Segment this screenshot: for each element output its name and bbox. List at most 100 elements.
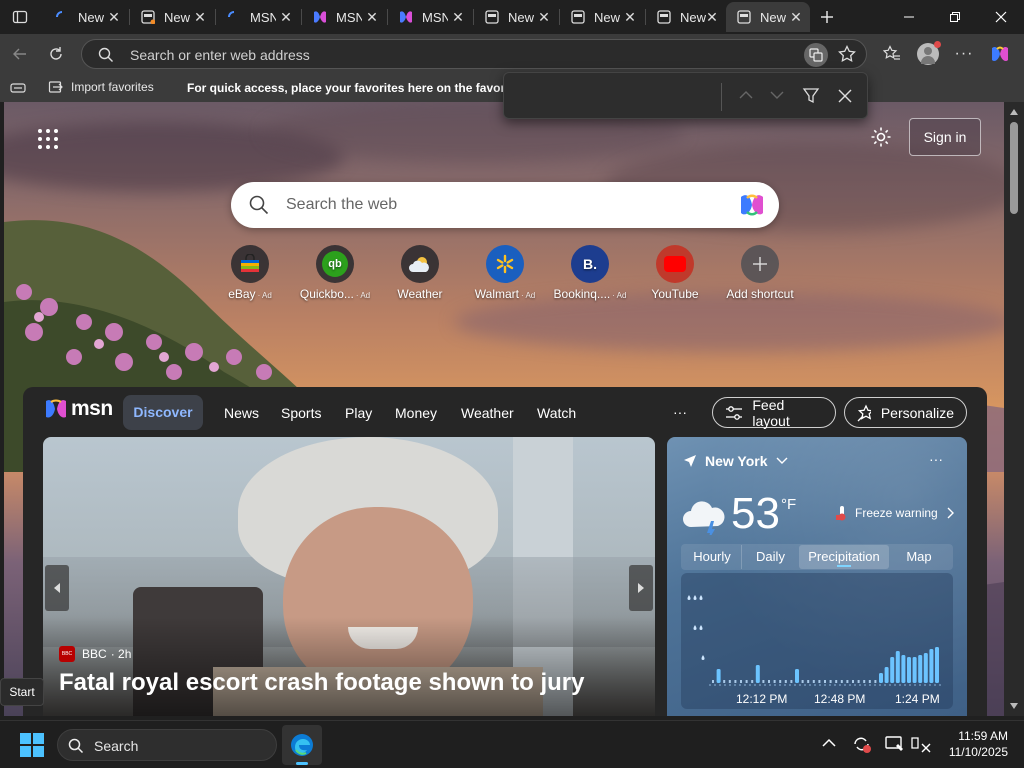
browser-tab[interactable]: New ✕	[560, 2, 644, 32]
carousel-prev-button[interactable]	[45, 565, 69, 611]
close-icon[interactable]: ✕	[788, 9, 804, 25]
weather-tab-map[interactable]: Map	[889, 545, 949, 569]
close-icon	[995, 11, 1007, 23]
nav-watch[interactable]: Watch	[537, 405, 576, 421]
translate-button[interactable]	[804, 43, 828, 67]
settings-more-button[interactable]: ···	[950, 40, 978, 68]
profile-button[interactable]	[914, 40, 942, 68]
story-headline[interactable]: Fatal royal escort crash footage shown t…	[59, 669, 584, 697]
precipitation-tick	[840, 680, 843, 683]
copilot-icon	[992, 46, 1008, 62]
weather-tab-daily[interactable]: Daily	[741, 545, 799, 569]
shortcut-label: Quickbo...	[299, 287, 354, 301]
shortcut-booking[interactable]: B. Bookinq.... · Ad	[548, 245, 632, 301]
favorite-star-button[interactable]	[838, 44, 856, 68]
favorites-bar-menu-icon[interactable]	[10, 81, 26, 95]
network-disconnected-icon[interactable]	[910, 735, 932, 753]
shortcut-label: Weather	[397, 287, 443, 301]
feed-layout-button[interactable]: Feed layout	[712, 397, 836, 429]
browser-tab[interactable]: New ✕	[646, 2, 726, 32]
browser-tab-active[interactable]: New ✕	[726, 2, 810, 32]
nav-money[interactable]: Money	[395, 405, 437, 421]
sync-alert-icon[interactable]	[852, 735, 872, 753]
browser-tab[interactable]: MSN ✕	[302, 2, 386, 32]
personalize-label: Personalize	[880, 404, 954, 421]
browser-tab[interactable]: New ✕	[474, 2, 558, 32]
apps-launcher-button[interactable]	[37, 128, 59, 155]
nav-discover[interactable]: Discover	[123, 395, 203, 430]
favorites-button[interactable]	[878, 40, 906, 68]
active-app-indicator	[296, 762, 308, 765]
weather-card[interactable]: New York ··· 53 °F Freeze warning Hourly…	[667, 437, 967, 716]
taskbar-search-box[interactable]: Search	[57, 729, 277, 761]
shortcut-quickbooks[interactable]: qb Quickbo... · Ad	[293, 245, 377, 301]
nav-play[interactable]: Play	[345, 405, 372, 421]
import-favorites-button[interactable]: Import favorites	[48, 79, 154, 95]
weather-more-button[interactable]: ···	[929, 451, 943, 467]
hero-story-card[interactable]: BBC BBC · 2h Fatal royal escort crash fo…	[43, 437, 655, 716]
nav-news[interactable]: News	[224, 405, 259, 421]
close-icon[interactable]: ✕	[450, 9, 466, 25]
scroll-down-arrow-icon[interactable]	[1009, 702, 1019, 710]
nav-more-button[interactable]: ···	[673, 404, 687, 420]
back-button[interactable]	[6, 40, 34, 68]
chart-time-label: 1:24 PM	[895, 692, 940, 706]
page-settings-button[interactable]	[870, 126, 892, 153]
weather-tab-hourly[interactable]: Hourly	[683, 545, 741, 569]
tab-actions-icon	[12, 10, 28, 24]
filter-icon[interactable]	[802, 87, 820, 105]
close-icon[interactable]: ✕	[278, 9, 294, 25]
close-icon[interactable]: ✕	[192, 9, 208, 25]
browser-tab[interactable]: New ✕	[44, 2, 128, 32]
precipitation-tick	[740, 680, 742, 683]
browser-tab[interactable]: MSN ✕	[216, 2, 300, 32]
close-icon[interactable]: ✕	[364, 9, 380, 25]
personalize-button[interactable]: Personalize	[844, 397, 967, 428]
close-icon[interactable]: ✕	[622, 9, 638, 25]
chevron-up-icon[interactable]	[739, 90, 753, 100]
refresh-button[interactable]	[42, 40, 70, 68]
close-icon[interactable]: ✕	[106, 9, 122, 25]
copilot-button[interactable]	[986, 40, 1014, 68]
address-bar[interactable]: Search or enter web address	[81, 39, 867, 69]
tab-actions-menu-button[interactable]	[4, 4, 36, 30]
page-scrollbar[interactable]	[1004, 102, 1024, 716]
browser-tab[interactable]: New ✕	[130, 2, 214, 32]
shortcut-walmart[interactable]: Walmart · Ad	[463, 245, 547, 301]
sign-in-button[interactable]: Sign in	[909, 118, 981, 156]
nav-sports[interactable]: Sports	[281, 405, 321, 421]
scrollbar-thumb[interactable]	[1010, 122, 1018, 214]
msn-logo[interactable]: msn	[44, 397, 113, 421]
precipitation-bar	[716, 669, 721, 683]
start-button[interactable]	[12, 727, 52, 763]
restore-button[interactable]	[932, 0, 978, 34]
chevron-up-icon[interactable]	[822, 738, 836, 748]
shortcut-ebay[interactable]: eBay · Ad	[208, 245, 292, 301]
close-icon[interactable]	[838, 89, 852, 103]
minimize-button[interactable]	[886, 0, 932, 34]
freeze-warning-alert[interactable]: Freeze warning	[835, 505, 954, 521]
weather-location-button[interactable]: New York	[683, 453, 788, 469]
close-window-button[interactable]	[978, 0, 1024, 34]
add-shortcut-button[interactable]: Add shortcut	[718, 245, 802, 301]
shortcut-weather[interactable]: Weather	[378, 245, 462, 301]
sliders-icon	[726, 405, 742, 420]
carousel-next-button[interactable]	[629, 565, 653, 611]
shortcut-youtube[interactable]: YouTube	[633, 245, 717, 301]
scroll-up-arrow-icon[interactable]	[1009, 108, 1019, 116]
display-settings-icon[interactable]	[885, 735, 905, 753]
close-icon[interactable]: ✕	[704, 9, 720, 25]
copilot-icon[interactable]	[737, 191, 767, 219]
precipitation-tick	[852, 680, 854, 683]
edge-icon	[291, 734, 313, 756]
system-clock[interactable]: 11:59 AM 11/10/2025	[938, 728, 1008, 760]
weather-city: New York	[705, 453, 768, 469]
new-tab-button[interactable]	[811, 4, 843, 30]
taskbar-edge-button[interactable]	[282, 725, 322, 765]
precipitation-bar	[935, 647, 939, 683]
chevron-down-icon[interactable]	[770, 90, 784, 100]
browser-tab[interactable]: MSN ✕	[388, 2, 472, 32]
close-icon[interactable]: ✕	[536, 9, 552, 25]
web-search-box[interactable]: Search the web	[231, 182, 779, 228]
nav-weather[interactable]: Weather	[461, 405, 514, 421]
